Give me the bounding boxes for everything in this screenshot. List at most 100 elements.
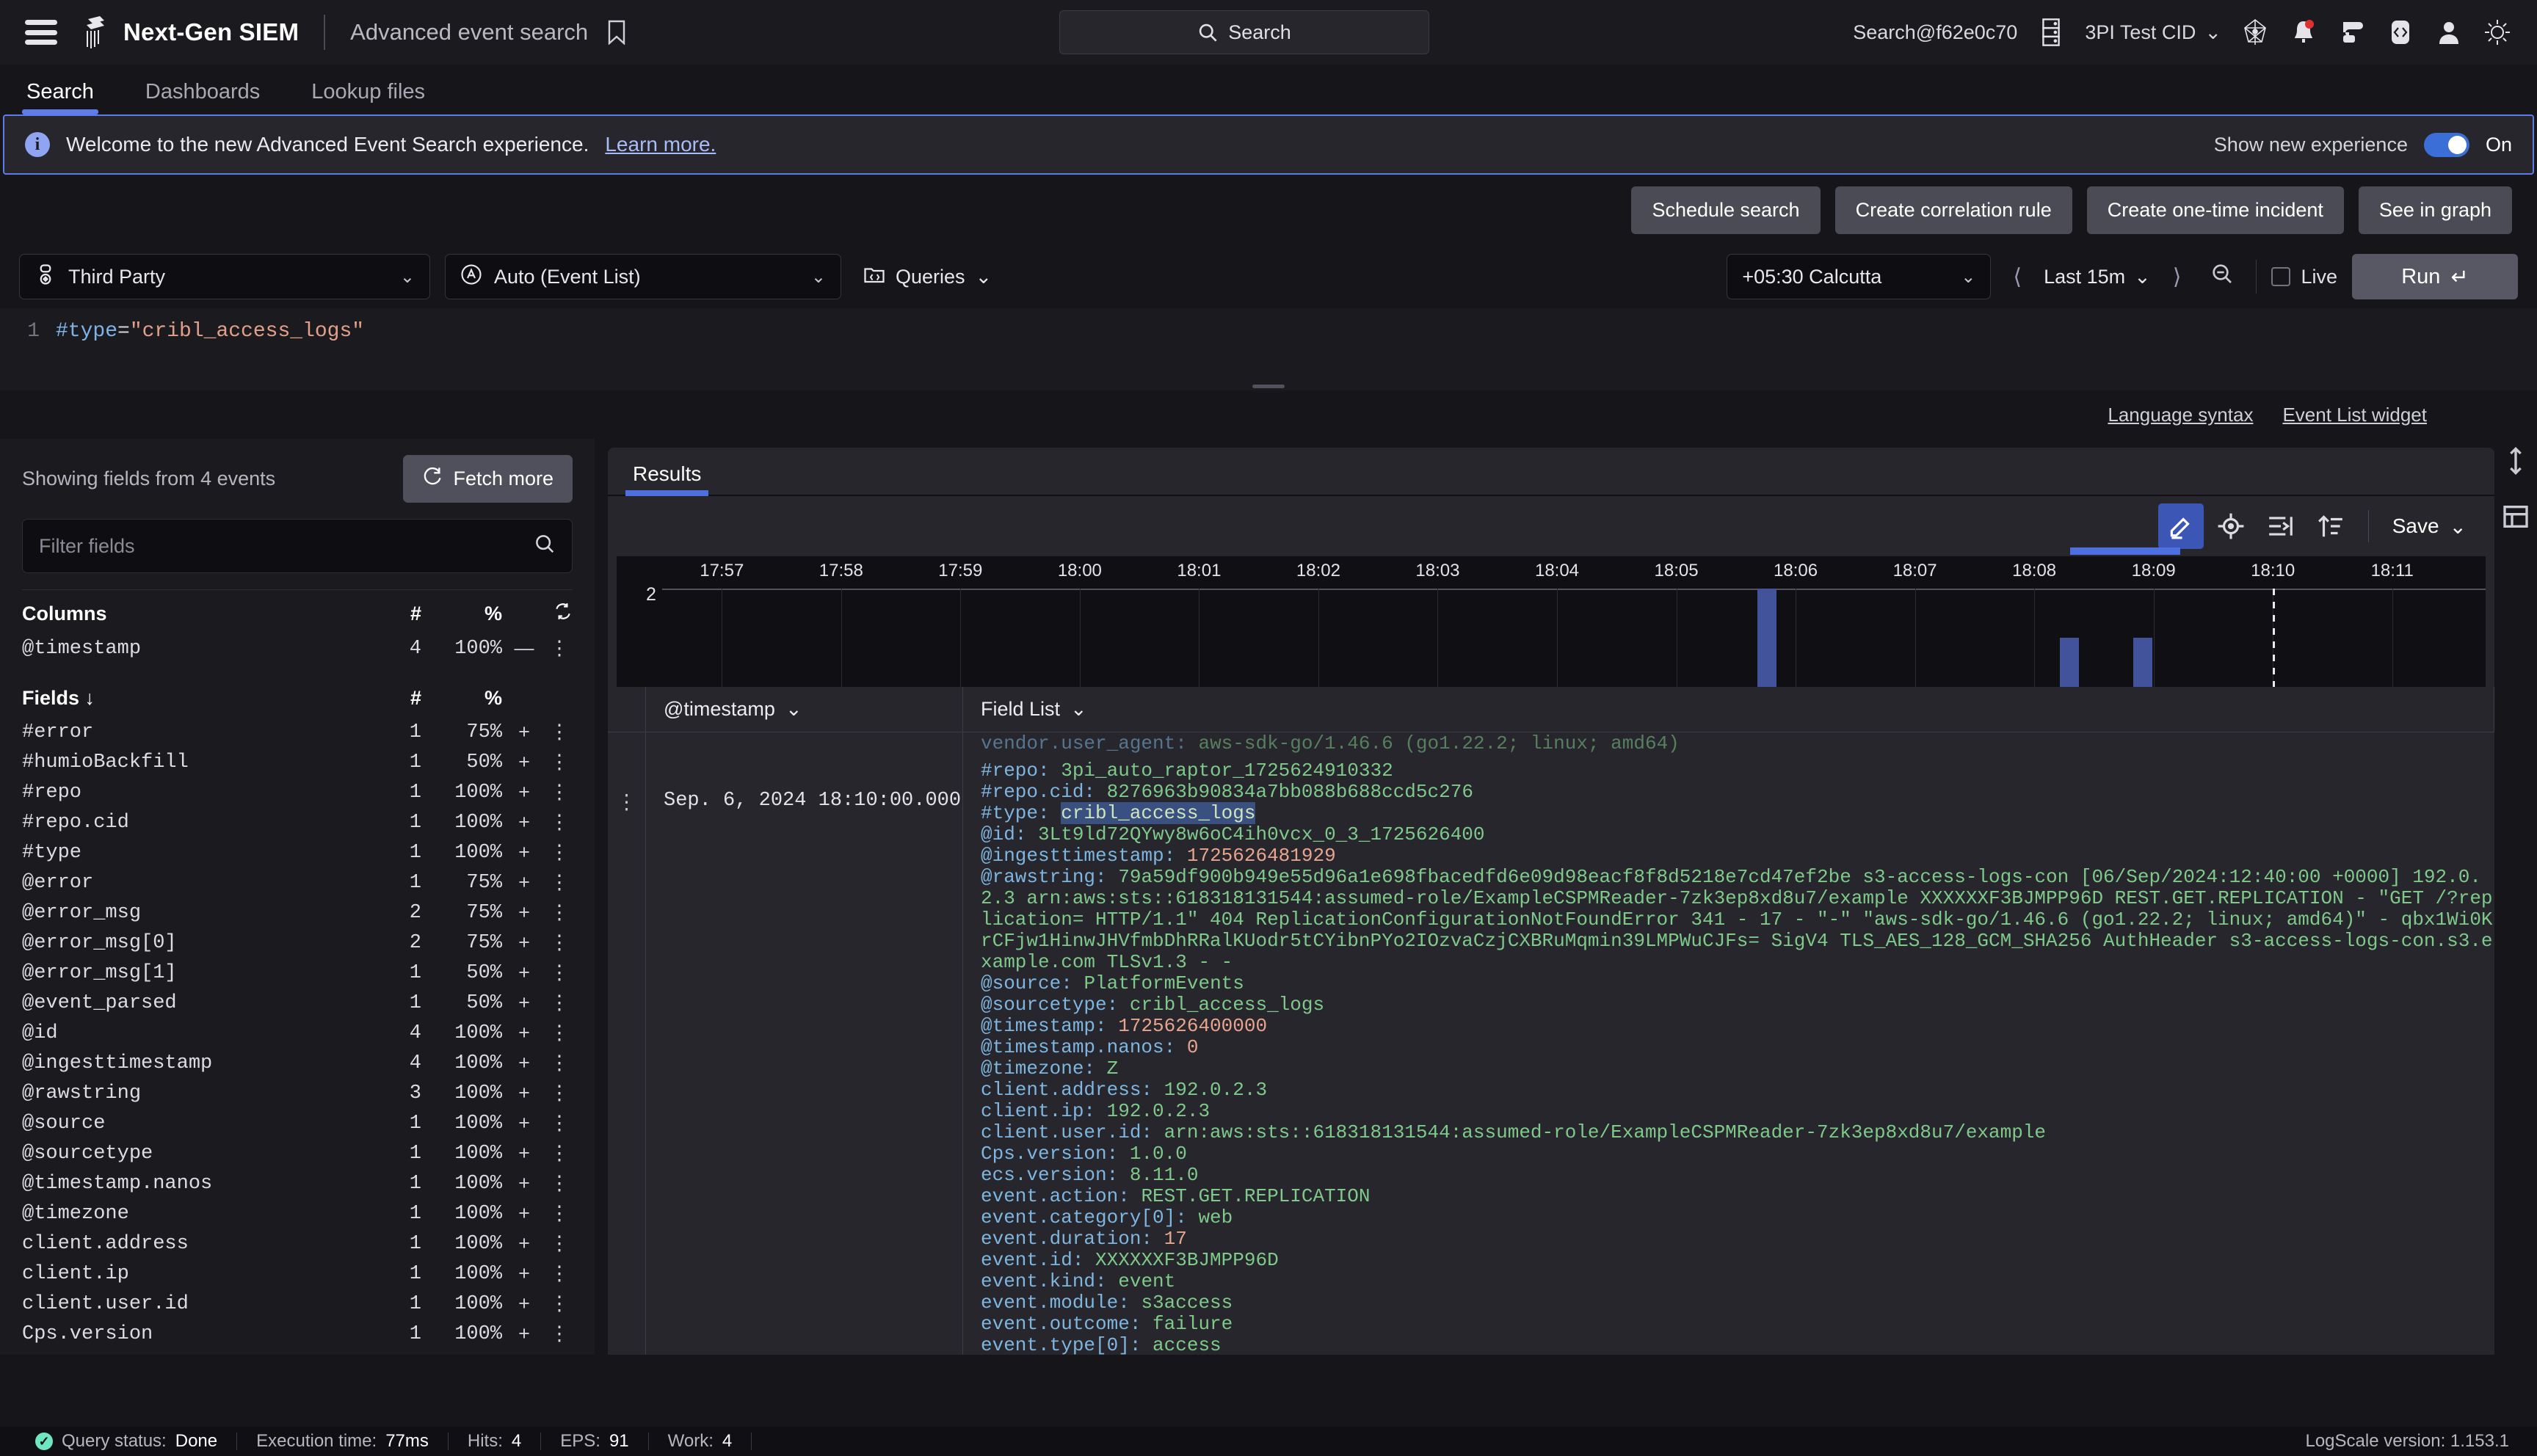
event-field-line[interactable]: client.address: 192.0.2.3 bbox=[981, 1080, 2494, 1101]
create-correlation-rule-button[interactable]: Create correlation rule bbox=[1835, 186, 2072, 234]
tab-lookup-files[interactable]: Lookup files bbox=[307, 80, 429, 114]
add-field-icon[interactable]: + bbox=[502, 871, 546, 894]
add-field-icon[interactable]: + bbox=[502, 1172, 546, 1195]
field-more-icon[interactable]: ⋮ bbox=[546, 1022, 573, 1044]
account-label[interactable]: Search@f62e0c70 bbox=[1853, 21, 2017, 44]
event-field-line[interactable]: event.id: XXXXXXF3BJMPP96D bbox=[981, 1250, 2494, 1271]
table-header-fieldlist[interactable]: Field List ⌄ bbox=[963, 687, 2494, 732]
column-more-icon[interactable]: ⋮ bbox=[546, 637, 573, 660]
field-row[interactable]: @error_msg[0]275%+⋮ bbox=[0, 928, 595, 958]
event-field-line[interactable]: @rawstring: 79a59df900b949e55d96a1e698fb… bbox=[981, 867, 2494, 973]
sort-ascending-icon[interactable] bbox=[2308, 503, 2353, 549]
table-header-timestamp[interactable]: @timestamp ⌄ bbox=[646, 687, 963, 732]
field-row[interactable]: @event_parsed150%+⋮ bbox=[0, 988, 595, 1018]
columns-reset-icon[interactable] bbox=[502, 602, 573, 626]
field-row[interactable]: #error175%+⋮ bbox=[0, 717, 595, 747]
spider-icon[interactable] bbox=[2240, 18, 2270, 47]
resize-handle[interactable] bbox=[1252, 385, 1285, 388]
live-checkbox[interactable]: Live bbox=[2271, 266, 2337, 288]
event-field-line[interactable]: @id: 3Lt9ld72QYwy8w6oC4ih0vcx_0_3_172562… bbox=[981, 824, 2494, 845]
schedule-search-button[interactable]: Schedule search bbox=[1631, 186, 1820, 234]
field-row[interactable]: @rawstring3100%+⋮ bbox=[0, 1078, 595, 1108]
add-field-icon[interactable]: + bbox=[502, 841, 546, 864]
create-one-time-incident-button[interactable]: Create one-time incident bbox=[2087, 186, 2344, 234]
field-row[interactable]: @error_msg[1]150%+⋮ bbox=[0, 958, 595, 988]
event-field-line[interactable]: Cps.version: 1.0.0 bbox=[981, 1143, 2494, 1165]
field-row[interactable]: client.address1100%+⋮ bbox=[0, 1228, 595, 1259]
field-row[interactable]: @id4100%+⋮ bbox=[0, 1018, 595, 1048]
banner-learn-more-link[interactable]: Learn more. bbox=[605, 133, 716, 156]
event-field-line[interactable]: event.kind: event bbox=[981, 1271, 2494, 1292]
filter-fields-input[interactable]: Filter fields bbox=[22, 519, 573, 573]
event-field-line[interactable]: @sourcetype: cribl_access_logs bbox=[981, 994, 2494, 1016]
field-more-icon[interactable]: ⋮ bbox=[546, 751, 573, 774]
add-field-icon[interactable]: + bbox=[502, 781, 546, 804]
indent-icon[interactable] bbox=[2258, 503, 2304, 549]
field-more-icon[interactable]: ⋮ bbox=[546, 871, 573, 894]
add-field-icon[interactable]: + bbox=[502, 1322, 546, 1345]
event-field-line[interactable]: event.outcome: failure bbox=[981, 1314, 2494, 1335]
row-more-icon[interactable]: ⋮ bbox=[617, 790, 637, 813]
event-field-line[interactable]: event.category[0]: web bbox=[981, 1207, 2494, 1228]
field-more-icon[interactable]: ⋮ bbox=[546, 901, 573, 924]
language-syntax-link[interactable]: Language syntax bbox=[2108, 404, 2253, 426]
tab-results[interactable]: Results bbox=[633, 462, 701, 495]
tab-dashboards[interactable]: Dashboards bbox=[141, 80, 264, 114]
field-row[interactable]: #humioBackfill150%+⋮ bbox=[0, 747, 595, 777]
add-field-icon[interactable]: + bbox=[502, 1232, 546, 1255]
timeline-chart[interactable]: 17:5717:5817:5918:0018:0118:0218:0318:04… bbox=[617, 556, 2486, 687]
event-field-line[interactable]: client.user.id: arn:aws:sts::61831813154… bbox=[981, 1122, 2494, 1143]
field-more-icon[interactable]: ⋮ bbox=[546, 1142, 573, 1165]
zoom-out-icon[interactable] bbox=[2203, 262, 2241, 291]
field-more-icon[interactable]: ⋮ bbox=[546, 961, 573, 984]
field-more-icon[interactable]: ⋮ bbox=[546, 1172, 573, 1195]
field-more-icon[interactable]: ⋮ bbox=[546, 721, 573, 743]
field-row[interactable]: @error175%+⋮ bbox=[0, 867, 595, 898]
event-field-line[interactable]: ecs.version: 8.11.0 bbox=[981, 1165, 2494, 1186]
chat-icon[interactable] bbox=[2337, 18, 2367, 47]
time-range-select[interactable]: Last 15m ⌄ bbox=[2044, 266, 2151, 288]
field-more-icon[interactable]: ⋮ bbox=[546, 931, 573, 954]
event-list-widget-link[interactable]: Event List widget bbox=[2282, 404, 2427, 426]
run-button[interactable]: Run ↵ bbox=[2352, 254, 2518, 299]
cid-selector[interactable]: 3PI Test CID ⌄ bbox=[2085, 21, 2221, 44]
field-more-icon[interactable]: ⋮ bbox=[546, 1082, 573, 1104]
global-search-input[interactable]: Search bbox=[1059, 10, 1429, 54]
add-field-icon[interactable]: + bbox=[502, 1262, 546, 1285]
save-button[interactable]: Save ⌄ bbox=[2384, 514, 2475, 539]
event-field-line[interactable]: #repo: 3pi_auto_raptor_1725624910332 bbox=[981, 760, 2494, 782]
hamburger-icon[interactable] bbox=[25, 20, 57, 45]
field-row[interactable]: @error_msg275%+⋮ bbox=[0, 898, 595, 928]
field-more-icon[interactable]: ⋮ bbox=[546, 841, 573, 864]
field-more-icon[interactable]: ⋮ bbox=[546, 1112, 573, 1135]
event-field-line[interactable]: #type: cribl_access_logs bbox=[981, 803, 2494, 824]
field-more-icon[interactable]: ⋮ bbox=[546, 1322, 573, 1345]
field-row[interactable]: client.user.id1100%+⋮ bbox=[0, 1289, 595, 1319]
field-more-icon[interactable]: ⋮ bbox=[546, 1232, 573, 1255]
field-row[interactable]: @source1100%+⋮ bbox=[0, 1108, 595, 1138]
field-row[interactable]: #repo.cid1100%+⋮ bbox=[0, 807, 595, 837]
event-field-line[interactable]: event.duration: 17 bbox=[981, 1228, 2494, 1250]
add-field-icon[interactable]: + bbox=[502, 1112, 546, 1135]
field-more-icon[interactable]: ⋮ bbox=[546, 1262, 573, 1285]
add-field-icon[interactable]: + bbox=[502, 811, 546, 834]
field-row[interactable]: Cps.version1100%+⋮ bbox=[0, 1319, 595, 1349]
event-field-line[interactable]: event.module: s3access bbox=[981, 1292, 2494, 1314]
bell-icon[interactable] bbox=[2289, 18, 2318, 47]
event-field-line[interactable]: event.action: REST.GET.REPLICATION bbox=[981, 1186, 2494, 1207]
view-mode-select[interactable]: Auto (Event List) ⌄ bbox=[445, 254, 841, 299]
field-row[interactable]: @timezone1100%+⋮ bbox=[0, 1198, 595, 1228]
add-field-icon[interactable]: + bbox=[502, 751, 546, 774]
field-more-icon[interactable]: ⋮ bbox=[546, 781, 573, 804]
field-row[interactable]: @timestamp.nanos1100%+⋮ bbox=[0, 1168, 595, 1198]
add-field-icon[interactable]: + bbox=[502, 721, 546, 743]
field-row[interactable]: @sourcetype1100%+⋮ bbox=[0, 1138, 595, 1168]
column-row-timestamp[interactable]: @timestamp 4 100% — ⋮ bbox=[0, 633, 595, 663]
event-field-line[interactable]: @timezone: Z bbox=[981, 1058, 2494, 1080]
field-row[interactable]: client.ip1100%+⋮ bbox=[0, 1259, 595, 1289]
theme-icon[interactable] bbox=[2483, 18, 2512, 47]
field-row[interactable]: @ingesttimestamp4100%+⋮ bbox=[0, 1048, 595, 1078]
add-field-icon[interactable]: + bbox=[502, 961, 546, 984]
add-field-icon[interactable]: + bbox=[502, 1292, 546, 1315]
queries-button[interactable]: Queries ⌄ bbox=[856, 263, 999, 291]
